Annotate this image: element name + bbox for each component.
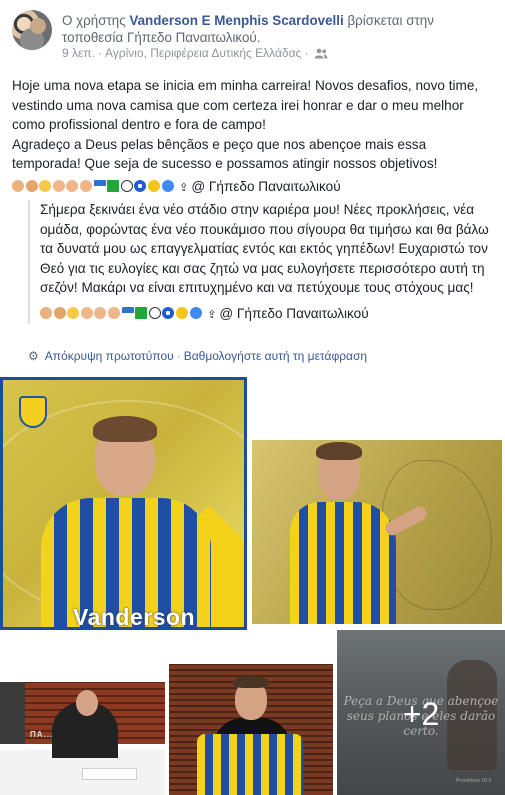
fist-emoji-icon — [12, 180, 24, 192]
timestamp-location[interactable]: 9 λεπ. · Αγρίνιο, Περιφέρεια Δυτικής Ελλ… — [62, 46, 312, 60]
pray-emoji-icon — [79, 180, 92, 192]
fist-emoji-icon — [40, 306, 52, 319]
author-link[interactable]: Vanderson E Menphis Scardovelli — [129, 13, 343, 28]
smile-emoji-icon — [39, 180, 52, 192]
separator: · — [176, 349, 181, 363]
flexed-biceps-emoji-icon — [25, 180, 38, 192]
pray-emoji-icon — [66, 180, 79, 192]
friends-icon[interactable] — [314, 48, 328, 62]
up-arrow-emoji-icon: ⇪ — [207, 308, 217, 321]
translated-text: Σήμερα ξεκινάει ένα νέο στάδιο στην καρι… — [40, 202, 489, 296]
photo-1[interactable]: Vanderson — [0, 377, 247, 630]
translation-emoji-row: ⇪ @ Γήπεδο Παναιτωλικού — [40, 306, 500, 324]
post-header-text: Ο χρήστης Vanderson E Menphis Scardovell… — [62, 12, 492, 46]
gear-icon[interactable]: ⚙ — [28, 349, 39, 363]
photo-2[interactable] — [252, 440, 502, 624]
nazar-amulet-icon — [162, 306, 175, 319]
translation-block: Σήμερα ξεκινάει ένα νέο στάδιο στην καρι… — [28, 200, 500, 324]
blue-heart-icon — [161, 180, 174, 192]
photo-3[interactable]: ΠΑ... ...ΚΟΣ — [0, 630, 165, 795]
location-tag[interactable]: @ Γήπεδο Παναιτωλικού — [191, 179, 340, 194]
brazil-flag-icon — [135, 306, 148, 319]
pray-emoji-icon — [107, 306, 120, 319]
club-crest-icon — [19, 396, 47, 428]
smile-emoji-icon — [67, 306, 80, 319]
flexed-biceps-emoji-icon — [53, 306, 66, 319]
post-paragraph-2: Agradeço a Deus pelas bênçãos e peço que… — [12, 136, 438, 172]
pray-emoji-icon — [94, 306, 107, 319]
photo-5-more[interactable]: Peça a Deus que abençoe seus planos e el… — [337, 630, 505, 795]
yellow-heart-icon — [175, 306, 188, 319]
soccer-ball-icon — [148, 306, 161, 319]
photo-1-name-label: Vanderson — [73, 604, 196, 630]
greece-flag-icon — [93, 180, 106, 192]
brazil-flag-icon — [107, 180, 120, 192]
header-prefix: Ο χρήστης — [62, 13, 130, 28]
nazar-amulet-icon — [134, 180, 147, 192]
hide-original-link[interactable]: Απόκρυψη πρωτοτύπου — [45, 349, 174, 363]
photo-4[interactable] — [169, 630, 333, 795]
post-header: Ο χρήστης Vanderson E Menphis Scardovell… — [12, 10, 492, 60]
avatar[interactable] — [12, 10, 52, 50]
pray-emoji-icon — [52, 180, 65, 192]
greece-flag-icon — [121, 306, 134, 319]
up-arrow-emoji-icon: ⇪ — [179, 182, 189, 194]
pray-emoji-icon — [80, 306, 93, 319]
rate-translation-link[interactable]: Βαθμολογήστε αυτή τη μετάφραση — [184, 349, 367, 363]
photo-grid: Vanderson ΠΑ... ...ΚΟΣ Peça a Deus que a… — [0, 374, 505, 795]
blue-heart-icon — [189, 306, 202, 319]
more-photos-count[interactable]: +2 — [337, 696, 505, 733]
place-link[interactable]: Γήπεδο Παναιτωλικού — [127, 30, 257, 45]
header-suffix: . — [256, 30, 261, 45]
post-meta: 9 λεπ. · Αγρίνιο, Περιφέρεια Δυτικής Ελλ… — [62, 46, 328, 62]
soccer-ball-icon — [120, 180, 133, 192]
translation-location-tag[interactable]: @ Γήπεδο Παναιτωλικού — [219, 306, 368, 321]
emoji-row: ⇪ @ Γήπεδο Παναιτωλικού — [12, 178, 341, 196]
yellow-heart-icon — [147, 180, 160, 192]
post-body: Hoje uma nova etapa se inicia em minha c… — [12, 76, 497, 174]
post-paragraph-1: Hoje uma nova etapa se inicia em minha c… — [12, 78, 479, 132]
translation-actions: ⚙ Απόκρυψη πρωτοτύπου · Βαθμολογήστε αυτή τ… — [28, 349, 367, 363]
